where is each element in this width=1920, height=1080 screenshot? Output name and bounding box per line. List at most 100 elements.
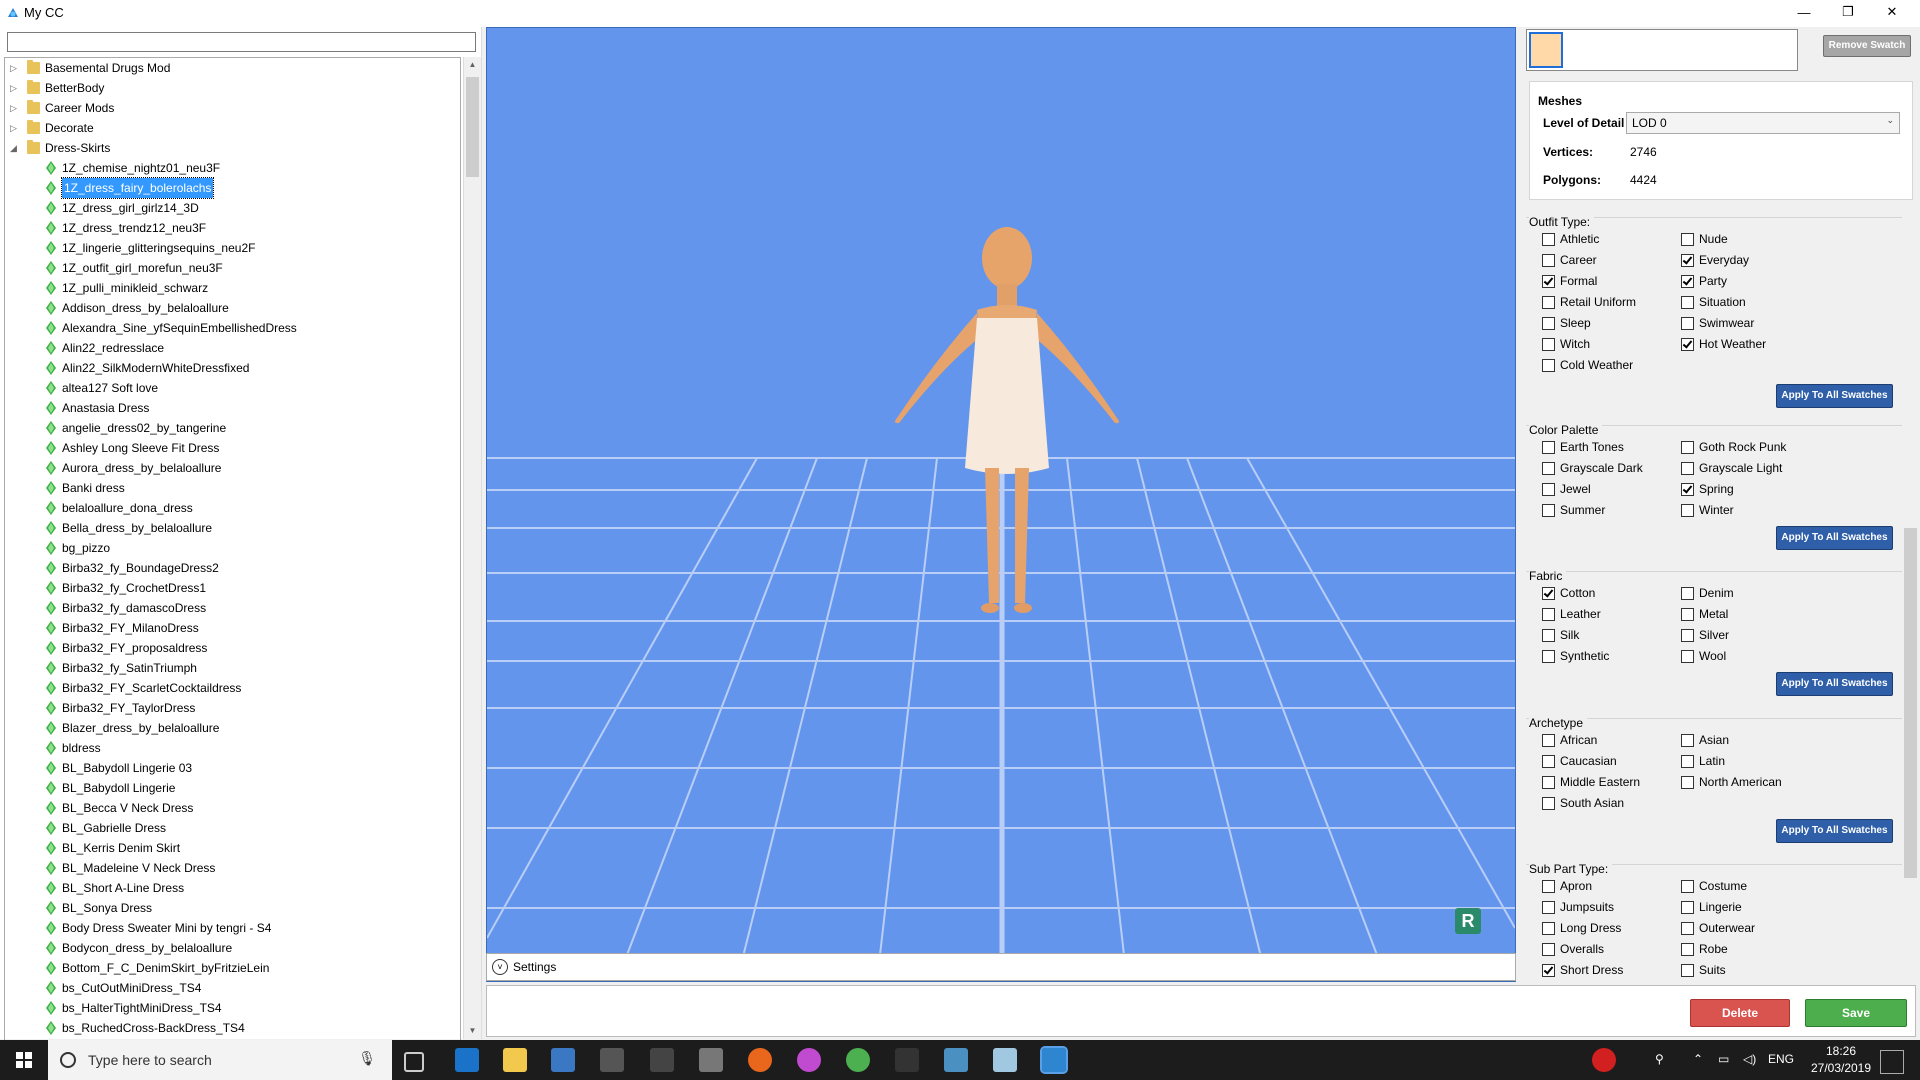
microphone-icon[interactable]: 🎙	[358, 1050, 376, 1067]
tree-item[interactable]: bs_CutOutMiniDress_TS4	[5, 978, 460, 998]
checkbox-box[interactable]	[1542, 922, 1555, 935]
tree-item[interactable]: Alexandra_Sine_yfSequinEmbellishedDress	[5, 318, 460, 338]
sims-icon[interactable]	[846, 1048, 870, 1072]
apply-to-all-swatches-button[interactable]: Apply To All Swatches	[1776, 672, 1893, 696]
chevron-right-icon[interactable]: ▷	[10, 118, 20, 138]
chevron-down-icon[interactable]: ˅	[492, 959, 508, 975]
tree-item[interactable]: Birba32_FY_proposaldress	[5, 638, 460, 658]
tree-item[interactable]: belaloallure_dona_dress	[5, 498, 460, 518]
tree-item[interactable]: 1Z_dress_girl_girlz14_3D	[5, 198, 460, 218]
checkbox-box[interactable]	[1542, 755, 1555, 768]
checkbox-box[interactable]	[1681, 275, 1694, 288]
checkbox-box[interactable]	[1681, 483, 1694, 496]
notifications-icon[interactable]	[1880, 1050, 1904, 1074]
checkbox-box[interactable]	[1681, 338, 1694, 351]
tree-item[interactable]: 1Z_chemise_nightz01_neu3F	[5, 158, 460, 178]
scroll-thumb[interactable]	[1904, 528, 1917, 878]
minimize-button[interactable]: —	[1782, 0, 1826, 24]
checkbox-box[interactable]	[1681, 964, 1694, 977]
checkbox-box[interactable]	[1681, 504, 1694, 517]
clock[interactable]: 18:26 27/03/2019	[1808, 1043, 1874, 1077]
apply-to-all-swatches-button[interactable]: Apply To All Swatches	[1776, 384, 1893, 408]
checkbox-box[interactable]	[1542, 254, 1555, 267]
tree-item[interactable]: bg_pizzo	[5, 538, 460, 558]
checkbox-box[interactable]	[1542, 901, 1555, 914]
checkbox-box[interactable]	[1542, 462, 1555, 475]
tree-item[interactable]: altea127 Soft love	[5, 378, 460, 398]
tree-folder[interactable]: ▷ Decorate	[5, 118, 460, 138]
tree-item[interactable]: Birba32_fy_CrochetDress1	[5, 578, 460, 598]
tree-item[interactable]: Birba32_FY_ScarletCocktaildress	[5, 678, 460, 698]
tree-item[interactable]: 1Z_outfit_girl_morefun_neu3F	[5, 258, 460, 278]
chevron-right-icon[interactable]: ▷	[10, 78, 20, 98]
taskbar-search[interactable]: Type here to search 🎙	[48, 1040, 392, 1080]
tree-item[interactable]: 1Z_pulli_minikleid_schwarz	[5, 278, 460, 298]
checkbox-box[interactable]	[1681, 943, 1694, 956]
people-icon[interactable]: ⚲	[1655, 1052, 1664, 1066]
store-icon[interactable]	[551, 1048, 575, 1072]
checkbox-box[interactable]	[1681, 650, 1694, 663]
tree-item[interactable]: BL_Becca V Neck Dress	[5, 798, 460, 818]
origin-icon[interactable]	[748, 1048, 772, 1072]
checkbox-box[interactable]	[1681, 296, 1694, 309]
tree-item[interactable]: 1Z_dress_fairy_bolerolachs	[5, 177, 460, 199]
checkbox-box[interactable]	[1681, 608, 1694, 621]
checkbox-box[interactable]	[1681, 441, 1694, 454]
properties-scrollbar[interactable]	[1902, 208, 1919, 984]
tree-item[interactable]: 1Z_lingerie_glitteringsequins_neu2F	[5, 238, 460, 258]
checkbox-box[interactable]	[1681, 755, 1694, 768]
mail-icon[interactable]	[699, 1048, 723, 1072]
delete-button[interactable]: Delete	[1690, 999, 1790, 1027]
tree-folder[interactable]: ▷ Basemental Drugs Mod	[5, 58, 460, 78]
checkbox-box[interactable]	[1542, 296, 1555, 309]
tree-item[interactable]: bs_HalterTightMiniDress_TS4	[5, 998, 460, 1018]
checkbox-box[interactable]	[1681, 901, 1694, 914]
checkbox-box[interactable]	[1542, 233, 1555, 246]
scroll-up-icon[interactable]: ▲	[464, 57, 481, 73]
app-icon[interactable]	[993, 1048, 1017, 1072]
checkbox-box[interactable]	[1681, 776, 1694, 789]
tree-item[interactable]: Bodycon_dress_by_belaloallure	[5, 938, 460, 958]
tree-item[interactable]: Bella_dress_by_belaloallure	[5, 518, 460, 538]
tree-item[interactable]: Birba32_fy_BoundageDress2	[5, 558, 460, 578]
tree-item[interactable]: Birba32_FY_TaylorDress	[5, 698, 460, 718]
tree-folder[interactable]: ◢ Dress-Skirts	[5, 138, 460, 158]
tree-item[interactable]: Banki dress	[5, 478, 460, 498]
checkbox-box[interactable]	[1542, 608, 1555, 621]
tree-item[interactable]: BL_Babydoll Lingerie 03	[5, 758, 460, 778]
tree-item[interactable]: angelie_dress02_by_tangerine	[5, 418, 460, 438]
checkbox-box[interactable]	[1542, 587, 1555, 600]
checkbox-box[interactable]	[1681, 462, 1694, 475]
selected-swatch[interactable]	[1529, 32, 1563, 68]
checkbox-box[interactable]	[1542, 734, 1555, 747]
tree-item[interactable]: bldress	[5, 738, 460, 758]
checkbox-box[interactable]	[1542, 629, 1555, 642]
chevron-up-icon[interactable]: ⌃	[1693, 1052, 1703, 1066]
tree-folder[interactable]: ▷ BetterBody	[5, 78, 460, 98]
remove-swatch-button[interactable]: Remove Swatch	[1823, 35, 1911, 57]
chevron-right-icon[interactable]: ▷	[10, 58, 20, 78]
language-indicator[interactable]: ENG	[1768, 1052, 1794, 1066]
scroll-down-icon[interactable]: ▼	[464, 1023, 481, 1039]
checkbox-box[interactable]	[1681, 734, 1694, 747]
my-cc-app-icon[interactable]	[1040, 1046, 1068, 1074]
checkbox-box[interactable]	[1681, 254, 1694, 267]
checkbox-box[interactable]	[1681, 317, 1694, 330]
edge-icon[interactable]	[455, 1048, 479, 1072]
checkbox-box[interactable]	[1681, 629, 1694, 642]
app-icon[interactable]	[895, 1048, 919, 1072]
tree-item[interactable]: 1Z_dress_trendz12_neu3F	[5, 218, 460, 238]
close-button[interactable]: ✕	[1870, 0, 1914, 24]
filter-input[interactable]	[7, 32, 476, 52]
tree-item[interactable]: Body Dress Sweater Mini by tengri - S4	[5, 918, 460, 938]
tree-item[interactable]: Alin22_redresslace	[5, 338, 460, 358]
tree-item[interactable]: BL_Kerris Denim Skirt	[5, 838, 460, 858]
file-explorer-icon[interactable]	[503, 1048, 527, 1072]
maximize-button[interactable]: ❐	[1826, 0, 1870, 24]
tray-app-icon[interactable]	[1592, 1048, 1616, 1072]
task-view-icon[interactable]	[404, 1052, 424, 1072]
tree-item[interactable]: Alin22_SilkModernWhiteDressfixed	[5, 358, 460, 378]
tree-item[interactable]: Ashley Long Sleeve Fit Dress	[5, 438, 460, 458]
tree-item[interactable]: BL_Madeleine V Neck Dress	[5, 858, 460, 878]
calendar-icon[interactable]	[650, 1048, 674, 1072]
